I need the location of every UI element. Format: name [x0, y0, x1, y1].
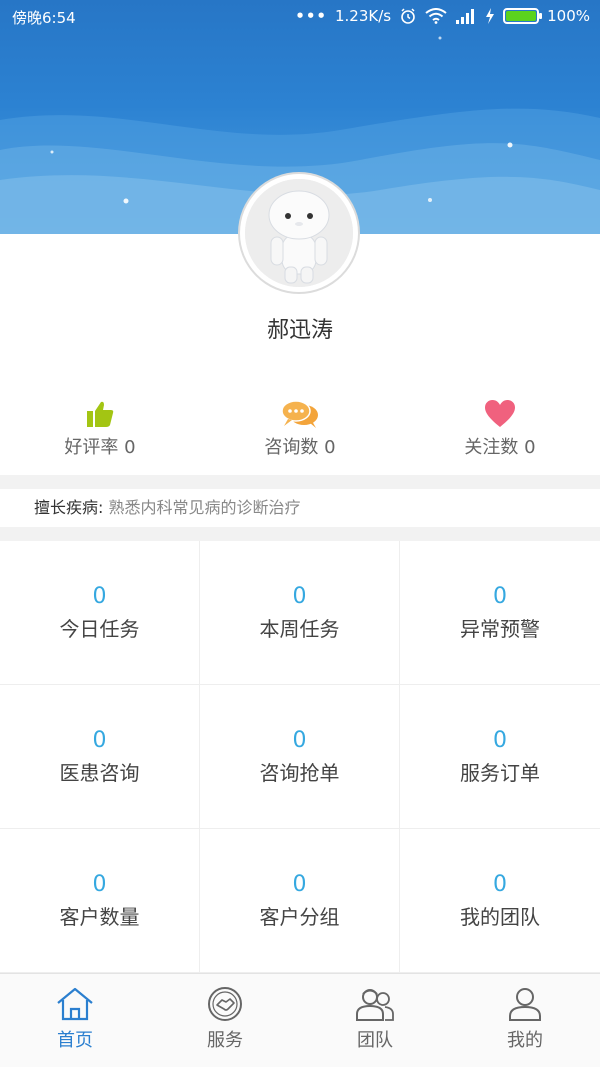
status-bar: 傍晚6:54 ••• 1.23K/s 100%	[0, 0, 600, 34]
grid-week-tasks[interactable]: 0 本周任务	[200, 541, 400, 685]
grid-count: 0	[92, 727, 107, 753]
dashboard-grid: 0 今日任务 0 本周任务 0 异常预警 0 医患咨询 0 咨询抢单 0 服务订…	[0, 541, 600, 973]
stat-consult[interactable]: 咨询数 0	[200, 395, 400, 467]
grid-alerts[interactable]: 0 异常预警	[400, 541, 600, 685]
specialty-row: 擅长疾病: 熟悉内科常见病的诊断治疗	[0, 489, 600, 527]
grid-customer-count[interactable]: 0 客户数量	[0, 829, 200, 973]
grid-customer-groups[interactable]: 0 客户分组	[200, 829, 400, 973]
tab-service[interactable]: 服务	[150, 974, 300, 1067]
stat-rating-label: 好评率 0	[64, 437, 136, 458]
team-icon	[356, 989, 394, 1021]
grid-label: 医患咨询	[59, 760, 140, 785]
wifi-icon	[425, 8, 447, 24]
grid-label: 今日任务	[59, 616, 140, 641]
grid-service-orders[interactable]: 0 服务订单	[400, 685, 600, 829]
chat-bubbles-icon	[281, 400, 318, 428]
stat-rating[interactable]: 好评率 0	[0, 395, 200, 467]
tab-home[interactable]: 首页	[0, 974, 150, 1067]
tab-team[interactable]: 团队	[300, 974, 450, 1067]
battery-percent: 100%	[547, 7, 590, 25]
handshake-icon	[208, 987, 242, 1021]
charging-icon	[486, 8, 495, 24]
stat-follow-label: 关注数 0	[464, 437, 536, 458]
grid-today-tasks[interactable]: 0 今日任务	[0, 541, 200, 685]
grid-label: 客户分组	[259, 904, 340, 929]
section-divider	[0, 527, 600, 541]
avatar-image	[245, 179, 353, 287]
stat-consult-label: 咨询数 0	[264, 437, 336, 458]
grid-grab-consult[interactable]: 0 咨询抢单	[200, 685, 400, 829]
signal-icon	[456, 9, 475, 24]
grid-count: 0	[493, 583, 507, 609]
specialty-label: 擅长疾病:	[34, 498, 104, 517]
net-speed: 1.23K/s	[335, 7, 392, 25]
avatar-figure-icon	[245, 179, 353, 287]
grid-doctor-consult[interactable]: 0 医患咨询	[0, 685, 200, 829]
home-icon	[57, 987, 93, 1021]
status-icons: ••• 1.23K/s 100%	[295, 7, 590, 25]
grid-count: 0	[292, 583, 307, 609]
doctor-name: 郝迅涛	[266, 318, 333, 343]
grid-count: 0	[92, 583, 107, 609]
battery-icon	[503, 8, 543, 24]
grid-count: 0	[493, 871, 507, 897]
grid-count: 0	[292, 871, 307, 897]
tab-label: 服务	[207, 1030, 243, 1051]
tab-label: 我的	[507, 1030, 543, 1051]
grid-label: 咨询抢单	[259, 760, 340, 785]
grid-count: 0	[493, 727, 507, 753]
more-dots-icon: •••	[295, 7, 327, 25]
thumbs-up-icon	[87, 401, 114, 427]
grid-label: 服务订单	[460, 760, 540, 785]
grid-my-team[interactable]: 0 我的团队	[400, 829, 600, 973]
user-icon	[509, 988, 541, 1021]
section-divider	[0, 475, 600, 489]
grid-count: 0	[292, 727, 307, 753]
grid-label: 异常预警	[460, 616, 540, 641]
grid-label: 本周任务	[259, 616, 340, 641]
bottom-tab-bar: 首页 服务 团队 我的	[0, 973, 600, 1067]
grid-count: 0	[92, 871, 107, 897]
tab-label: 首页	[57, 1030, 93, 1051]
status-time: 傍晚6:54	[12, 9, 76, 27]
tab-mine[interactable]: 我的	[450, 974, 600, 1067]
grid-label: 我的团队	[460, 904, 540, 929]
specialty-value: 熟悉内科常见病的诊断治疗	[103, 498, 301, 517]
heart-icon	[485, 400, 515, 427]
stats-row: 好评率 0 咨询数 0 关注数 0	[0, 395, 600, 467]
tab-label: 团队	[357, 1030, 393, 1051]
stat-follow[interactable]: 关注数 0	[400, 395, 600, 467]
alarm-icon	[401, 8, 415, 24]
grid-label: 客户数量	[59, 904, 140, 929]
avatar[interactable]	[240, 174, 358, 292]
